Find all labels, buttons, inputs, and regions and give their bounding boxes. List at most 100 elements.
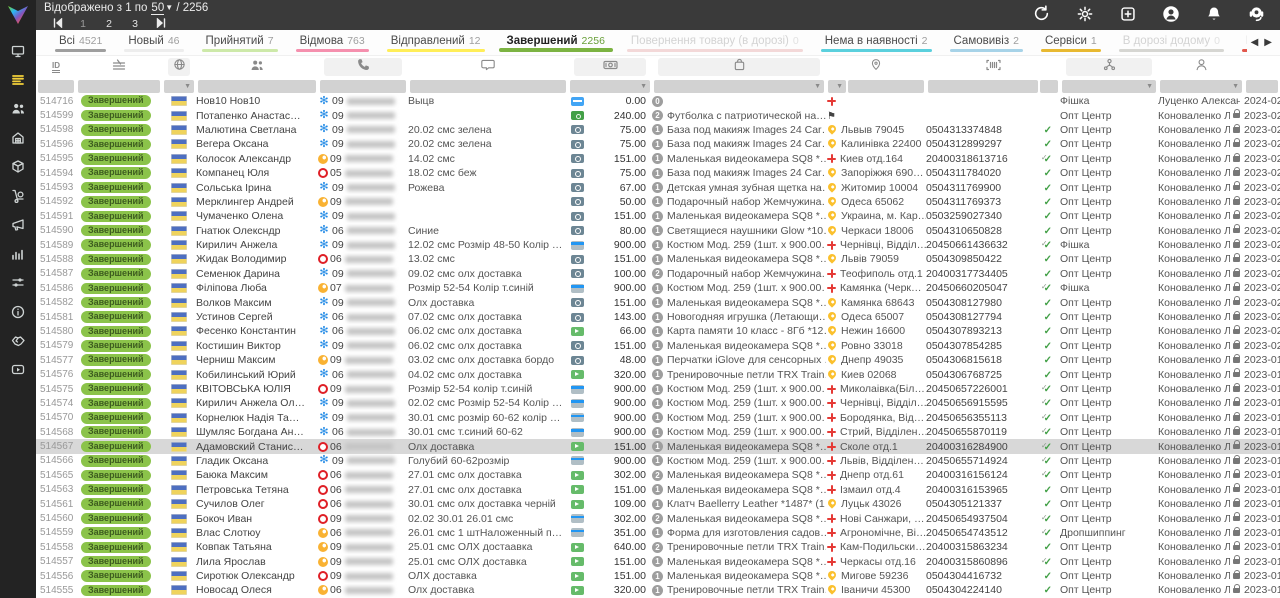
column-address[interactable] [826,58,926,76]
table-row[interactable]: 514594 Завершений Компанец Юля 05 18.02 … [36,166,1280,180]
filter-phone[interactable] [320,80,406,93]
tab[interactable]: В дорозі додому 0 [1110,30,1233,55]
table-row[interactable]: 514561 Завершений Сучилов Олег 06 30.01 … [36,497,1280,511]
table-row[interactable]: 514588 Завершений Жидак Володимир 06 13.… [36,252,1280,266]
tab[interactable]: Нема в наявності 2 [812,30,941,55]
tab[interactable]: Всі 4521 [46,30,115,55]
sidebar-item-statistics[interactable] [7,247,29,265]
table-row[interactable]: 514566 Завершений Гладик Оксана 09 Голуб… [36,454,1280,468]
table-row[interactable]: 514563 Завершений Петровська Тетяна 06 2… [36,483,1280,497]
table-row[interactable]: 514595 Завершений Колосок Александр 09 1… [36,152,1280,166]
tabs-scroll-right-icon[interactable]: ▶ [1264,37,1272,48]
tab[interactable]: Сервіси 1 [1032,30,1110,55]
filter-client[interactable] [198,80,316,93]
table-row[interactable]: 514576 Завершений Кобилинський Юрий 06 0… [36,367,1280,381]
column-country[interactable] [168,58,190,76]
bell-icon[interactable] [1204,4,1223,23]
filter-product[interactable]: ▼ [654,80,824,93]
filter-country[interactable]: ▼ [164,80,194,93]
table-row[interactable]: 514596 Завершений Вегера Оксана 09 20.02… [36,137,1280,151]
column-date[interactable] [1244,58,1280,76]
filter-tracking-status[interactable] [1040,80,1058,93]
column-price[interactable] [574,58,646,76]
column-phone[interactable] [324,58,402,76]
column-status[interactable] [76,58,162,76]
phone-number-blurred [345,357,393,364]
column-manager[interactable] [1158,58,1244,76]
tab[interactable]: Самовивіз 2 [941,30,1032,55]
filter-carrier[interactable]: ▼ [828,80,846,93]
table-row[interactable]: 514556 Завершений Сиротюк Олександр 09 О… [36,569,1280,583]
sidebar-item-dashboard[interactable] [7,44,29,62]
page-size-dropdown[interactable]: 50 [151,2,164,15]
table-row[interactable]: 514593 Завершений Сольська Ірина 09 Роже… [36,180,1280,194]
table-row[interactable]: 514581 Завершений Устинов Сергей 06 07.0… [36,310,1280,324]
table-row[interactable]: 514565 Завершений Баюка Максим 06 27.01 … [36,468,1280,482]
column-comment[interactable] [408,58,568,76]
table-row[interactable]: 514582 Завершений Волков Максим 09 Олх д… [36,295,1280,309]
table-row[interactable]: 514716 Завершений Нов10 Нов10 09 Выцв 0.… [36,94,1280,108]
sidebar-item-marketing[interactable] [7,218,29,236]
table-row[interactable]: 514570 Завершений Корнелюк Надія Та… 09 … [36,411,1280,425]
table-row[interactable]: 514591 Завершений Чумаченко Олена 09 151… [36,209,1280,223]
add-icon[interactable] [1118,4,1137,23]
table-row[interactable]: 514580 Завершений Фесенко Константин 06 … [36,324,1280,338]
page-number[interactable]: 1 [70,18,96,30]
tabs-scroll-left-icon[interactable]: ◀ [1251,37,1259,48]
table-row[interactable]: 514587 Завершений Семенюк Дарина 09 09.0… [36,267,1280,281]
table-row[interactable]: 514555 Завершений Новосад Олеся 06 Олх д… [36,583,1280,597]
table-row[interactable]: 514589 Завершений Кирилич Анжела 09 12.0… [36,238,1280,252]
filter-source[interactable]: ▼ [1062,80,1156,93]
table-row[interactable]: 514599 Завершений Потапенко Анастас… 09 … [36,108,1280,122]
table-row[interactable]: 514575 Завершений КВІТОВСЬКА ЮЛІЯ 09 Роз… [36,382,1280,396]
filter-address[interactable] [848,80,924,93]
sidebar-item-video[interactable] [7,363,29,381]
table-row[interactable]: 514577 Завершений Черниш Максим 09 03.02… [36,353,1280,367]
tab[interactable]: Завершений 2256 [494,30,618,55]
filter-date[interactable] [1246,80,1278,93]
column-product[interactable] [658,58,820,76]
filter-manager[interactable]: ▼ [1160,80,1242,93]
user-avatar-icon[interactable] [1161,4,1180,23]
filter-comment[interactable] [410,80,566,93]
filter-price[interactable]: ▼ [570,80,650,93]
table-row[interactable]: 514579 Завершений Костишин Виктор 09 06.… [36,339,1280,353]
support-headset-icon[interactable] [1247,4,1266,23]
tab[interactable]: Новый 46 [115,30,192,55]
column-tracking[interactable] [926,58,1060,76]
table-row[interactable]: 514560 Завершений Бокоч Иван 09 02.02 30… [36,511,1280,525]
table-row[interactable]: 514574 Завершений Кирилич Анжела Ол… 09 … [36,396,1280,410]
column-id[interactable]: ID [36,58,76,76]
sidebar-item-orders[interactable] [7,73,29,91]
tab[interactable]: Відправлений 12 [378,30,494,55]
tab[interactable]: Відмова 763 [287,30,378,55]
tab[interactable]: Прийнятий 7 [193,30,287,55]
table-row[interactable]: 514559 Завершений Влас Слотюу 06 26.01 с… [36,526,1280,540]
sidebar-item-delivery[interactable] [7,189,29,207]
sidebar-item-partners[interactable] [7,334,29,352]
table-row[interactable]: 514557 Завершений Лила Ярослав 09 25.01 … [36,555,1280,569]
table-row[interactable]: 514558 Завершений Ковпак Татьяна 09 25.0… [36,540,1280,554]
sidebar-item-warehouse[interactable] [7,131,29,149]
refresh-icon[interactable] [1032,4,1051,23]
sidebar-item-info[interactable] [7,305,29,323]
table-row[interactable]: 514567 Завершений Адамовский Станис… 06 … [36,439,1280,453]
gear-icon[interactable] [1075,4,1094,23]
page-number[interactable]: 3 [122,18,148,30]
page-number[interactable]: 2 [96,18,122,30]
filter-id[interactable] [38,80,74,93]
table-row[interactable]: 514568 Завершений Шумляс Богдана Ан… 06 … [36,425,1280,439]
table-row[interactable]: 514586 Завершений Філіпова Люба 07 Розмі… [36,281,1280,295]
table-row[interactable]: 514592 Завершений Мерклингер Андрей 09 5… [36,195,1280,209]
sidebar-item-settings[interactable] [7,276,29,294]
column-source[interactable] [1066,58,1152,76]
table-row[interactable]: 514598 Завершений Малютина Светлана 09 2… [36,123,1280,137]
column-client[interactable] [196,58,318,76]
tab[interactable]: Повернення товару (в дорозі) 0 [618,30,812,55]
filter-tracking[interactable] [928,80,1038,93]
sidebar-item-clients[interactable] [7,102,29,120]
app-logo[interactable] [0,0,36,30]
sidebar-item-products[interactable] [7,160,29,178]
filter-status[interactable] [78,80,160,93]
table-row[interactable]: 514590 Завершений Гнатюк Олексндр 06 Син… [36,224,1280,238]
